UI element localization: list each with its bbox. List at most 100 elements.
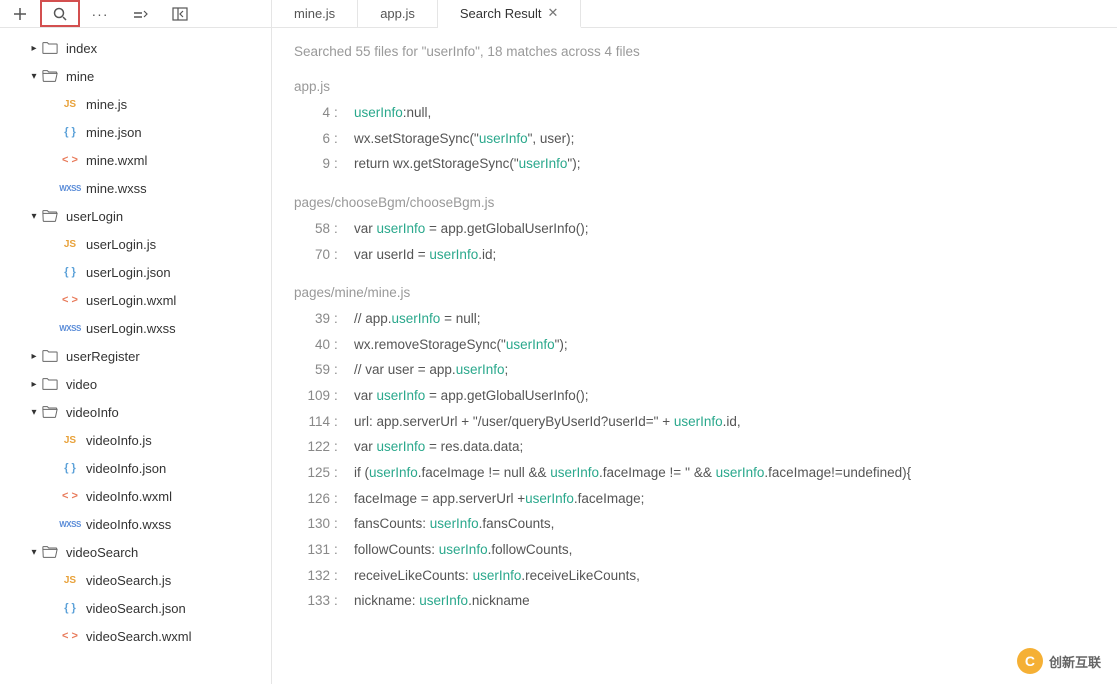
search-button[interactable]	[40, 0, 80, 27]
line-number: 58	[294, 216, 334, 242]
tree-folder-index[interactable]: ▸ index	[0, 34, 271, 62]
tree-file-videoInfo.json[interactable]: { }videoInfo.json	[0, 454, 271, 482]
tree-folder-mine[interactable]: ▾ mine	[0, 62, 271, 90]
tree-file-videoSearch.json[interactable]: { }videoSearch.json	[0, 594, 271, 622]
result-file-title[interactable]: pages/chooseBgm/chooseBgm.js	[294, 195, 1095, 210]
code-snippet: wx.setStorageSync("userInfo", user);	[342, 126, 1095, 152]
result-line[interactable]: 9:return wx.getStorageSync("userInfo");	[294, 151, 1095, 177]
collapse-panel-button[interactable]	[160, 0, 200, 27]
folder-icon	[40, 41, 60, 55]
code-snippet: followCounts: userInfo.followCounts,	[342, 537, 1095, 563]
tree-folder-userLogin[interactable]: ▾ userLogin	[0, 202, 271, 230]
nav-icon	[132, 7, 148, 21]
result-line[interactable]: 131:followCounts: userInfo.followCounts,	[294, 537, 1095, 563]
chevron-icon: ▾	[28, 71, 40, 82]
tab-search-result[interactable]: Search Result✕	[438, 0, 582, 28]
line-number: 122	[294, 434, 334, 460]
result-line[interactable]: 132:receiveLikeCounts: userInfo.receiveL…	[294, 563, 1095, 589]
result-line[interactable]: 130:fansCounts: userInfo.fansCounts,	[294, 511, 1095, 537]
file-label: videoSearch.wxml	[86, 629, 192, 644]
tree-file-mine.wxss[interactable]: WXSSmine.wxss	[0, 174, 271, 202]
line-number: 6	[294, 126, 334, 152]
sidebar-toolbar: ···	[0, 0, 271, 28]
tree-file-userLogin.wxml[interactable]: < >userLogin.wxml	[0, 286, 271, 314]
file-label: videoSearch.json	[86, 601, 186, 616]
folder-label: index	[66, 41, 97, 56]
tree-folder-videoInfo[interactable]: ▾ videoInfo	[0, 398, 271, 426]
result-line[interactable]: 126:faceImage = app.serverUrl +userInfo.…	[294, 486, 1095, 512]
code-snippet: var userInfo = app.getGlobalUserInfo();	[342, 383, 1095, 409]
result-line[interactable]: 39:// app.userInfo = null;	[294, 306, 1095, 332]
line-number: 39	[294, 306, 334, 332]
line-number: 125	[294, 460, 334, 486]
tree-folder-userRegister[interactable]: ▸ userRegister	[0, 342, 271, 370]
tree-file-mine.wxml[interactable]: < >mine.wxml	[0, 146, 271, 174]
plus-icon	[13, 7, 27, 21]
tree-file-videoInfo.js[interactable]: JSvideoInfo.js	[0, 426, 271, 454]
main-panel: mine.jsapp.jsSearch Result✕ Searched 55 …	[272, 0, 1117, 684]
watermark-icon: C	[1017, 648, 1043, 674]
search-summary: Searched 55 files for "userInfo", 18 mat…	[294, 44, 1095, 59]
tab-mine-js[interactable]: mine.js	[272, 0, 358, 27]
line-number: 9	[294, 151, 334, 177]
tree-file-userLogin.json[interactable]: { }userLogin.json	[0, 258, 271, 286]
folder-label: mine	[66, 69, 94, 84]
tree-file-mine.js[interactable]: JSmine.js	[0, 90, 271, 118]
chevron-icon: ▸	[28, 379, 40, 390]
result-line[interactable]: 70:var userId = userInfo.id;	[294, 242, 1095, 268]
code-snippet: wx.removeStorageSync("userInfo");	[342, 332, 1095, 358]
result-line[interactable]: 109:var userInfo = app.getGlobalUserInfo…	[294, 383, 1095, 409]
tab-label: mine.js	[294, 6, 335, 21]
line-number: 40	[294, 332, 334, 358]
tab-app-js[interactable]: app.js	[358, 0, 438, 27]
result-file-title[interactable]: pages/mine/mine.js	[294, 285, 1095, 300]
file-tree[interactable]: ▸ index ▾ mine JSmine.js{ }mine.json< >mine.…	[0, 28, 271, 684]
tree-folder-video[interactable]: ▸video	[0, 370, 271, 398]
folder-icon	[40, 545, 60, 559]
folder-label: videoInfo	[66, 405, 119, 420]
chevron-icon: ▸	[28, 351, 40, 362]
result-line[interactable]: 114:url: app.serverUrl + "/user/queryByU…	[294, 409, 1095, 435]
folder-label: userLogin	[66, 209, 123, 224]
tree-file-videoInfo.wxss[interactable]: WXSSvideoInfo.wxss	[0, 510, 271, 538]
file-label: videoInfo.json	[86, 461, 166, 476]
new-file-button[interactable]	[0, 0, 40, 27]
result-line[interactable]: 133:nickname: userInfo.nickname	[294, 588, 1095, 614]
tree-file-mine.json[interactable]: { }mine.json	[0, 118, 271, 146]
result-line[interactable]: 125:if (userInfo.faceImage != null && us…	[294, 460, 1095, 486]
folder-label: userRegister	[66, 349, 140, 364]
file-label: mine.wxss	[86, 181, 147, 196]
file-label: mine.js	[86, 97, 127, 112]
result-line[interactable]: 59:// var user = app.userInfo;	[294, 357, 1095, 383]
file-label: userLogin.wxml	[86, 293, 176, 308]
result-file-title[interactable]: app.js	[294, 79, 1095, 94]
line-number: 114	[294, 409, 334, 435]
result-line[interactable]: 4:userInfo:null,	[294, 100, 1095, 126]
tree-file-videoSearch.wxml[interactable]: < >videoSearch.wxml	[0, 622, 271, 650]
code-snippet: userInfo:null,	[342, 100, 1095, 126]
folder-icon	[40, 349, 60, 363]
file-label: videoInfo.js	[86, 433, 152, 448]
tree-file-videoSearch.js[interactable]: JSvideoSearch.js	[0, 566, 271, 594]
tree-folder-videoSearch[interactable]: ▾videoSearch	[0, 538, 271, 566]
chevron-icon: ▸	[28, 43, 40, 54]
code-snippet: var userInfo = res.data.data;	[342, 434, 1095, 460]
file-label: videoInfo.wxss	[86, 517, 171, 532]
tree-file-videoInfo.wxml[interactable]: < >videoInfo.wxml	[0, 482, 271, 510]
file-label: userLogin.wxss	[86, 321, 176, 336]
result-line[interactable]: 58:var userInfo = app.getGlobalUserInfo(…	[294, 216, 1095, 242]
nav-button[interactable]	[120, 0, 160, 27]
line-number: 70	[294, 242, 334, 268]
code-snippet: return wx.getStorageSync("userInfo");	[342, 151, 1095, 177]
chevron-icon: ▾	[28, 407, 40, 418]
tree-file-userLogin.wxss[interactable]: WXSSuserLogin.wxss	[0, 314, 271, 342]
more-button[interactable]: ···	[80, 0, 120, 27]
tree-file-userLogin.js[interactable]: JSuserLogin.js	[0, 230, 271, 258]
close-icon[interactable]: ✕	[548, 5, 559, 21]
result-line[interactable]: 40:wx.removeStorageSync("userInfo");	[294, 332, 1095, 358]
result-line[interactable]: 6:wx.setStorageSync("userInfo", user);	[294, 126, 1095, 152]
code-snippet: fansCounts: userInfo.fansCounts,	[342, 511, 1095, 537]
chevron-icon: ▾	[28, 211, 40, 222]
ellipsis-icon: ···	[92, 6, 109, 22]
result-line[interactable]: 122:var userInfo = res.data.data;	[294, 434, 1095, 460]
